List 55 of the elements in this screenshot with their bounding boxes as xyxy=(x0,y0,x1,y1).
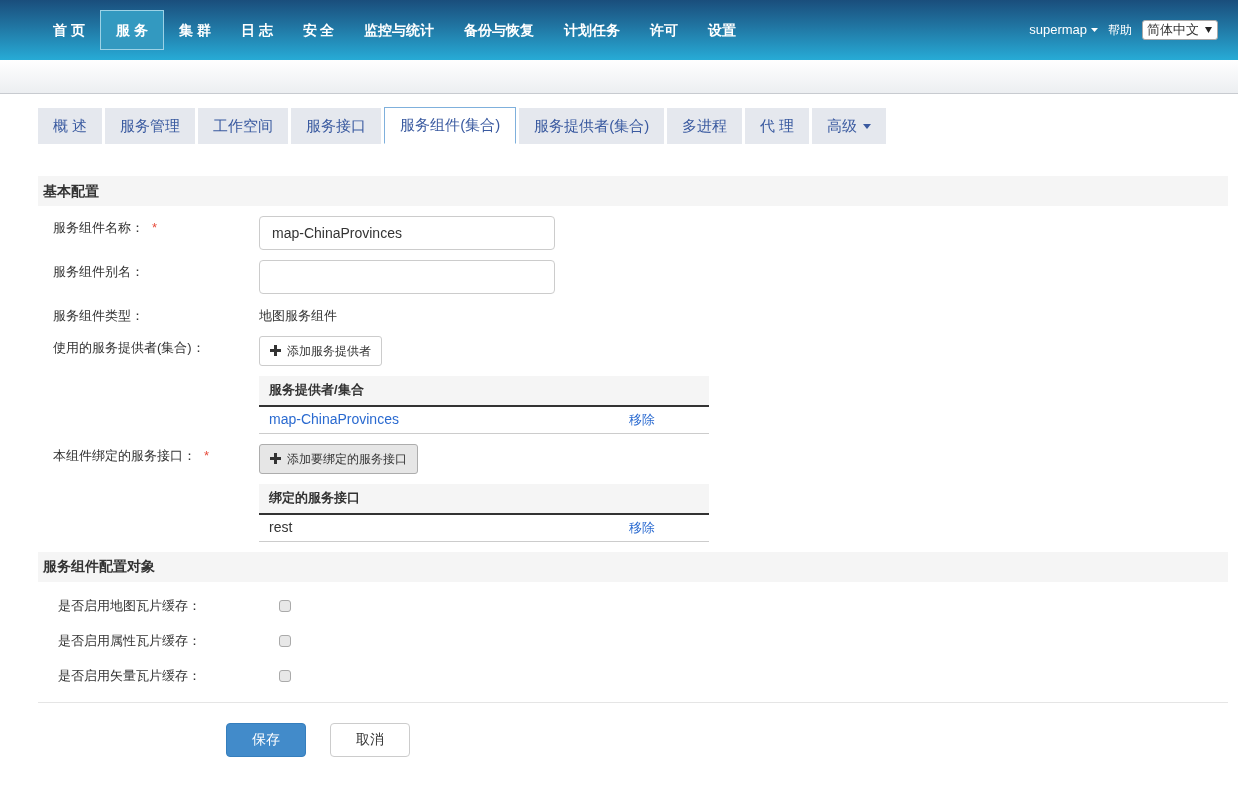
option-label: 是否启用属性瓦片缓存： xyxy=(57,632,202,651)
table-header: 绑定的服务接口 xyxy=(259,483,709,515)
nav-item[interactable]: 监控与统计 xyxy=(349,10,450,50)
checkbox[interactable] xyxy=(279,600,291,612)
table-link[interactable]: map-ChinaProvinces xyxy=(269,409,629,430)
tab[interactable]: 工作空间 xyxy=(198,108,289,144)
checkbox[interactable] xyxy=(279,635,291,647)
field-value: 地图服务组件 xyxy=(259,307,337,325)
field-label: 使用的服务提供者(集合)： xyxy=(53,338,205,357)
user-menu[interactable]: supermap xyxy=(1029,20,1098,40)
field-label: 服务组件类型： xyxy=(53,307,144,325)
nav-item[interactable]: 安 全 xyxy=(287,10,350,50)
caret-icon xyxy=(863,123,872,129)
plus-icon xyxy=(270,453,281,464)
caret-icon xyxy=(1091,28,1098,32)
field-label: 服务组件名称： xyxy=(53,219,144,237)
text-field[interactable]: map-ChinaProvinces xyxy=(259,216,555,250)
tab[interactable]: 服务提供者(集合) xyxy=(519,108,665,144)
nav-item[interactable]: 首 页 xyxy=(38,10,100,50)
help-link[interactable]: 帮助 xyxy=(1108,21,1132,39)
nav-item[interactable]: 集 群 xyxy=(163,10,226,50)
section-header: 服务组件配置对象 xyxy=(38,551,1228,582)
text-field[interactable] xyxy=(259,260,555,294)
language-select[interactable]: 简体中文 xyxy=(1142,20,1218,40)
cancel-button[interactable]: 取消 xyxy=(330,722,410,757)
nav-item[interactable]: 备份与恢复 xyxy=(449,10,550,50)
checkbox[interactable] xyxy=(279,670,291,682)
tab[interactable]: 多进程 xyxy=(667,108,743,144)
remove-link[interactable]: 移除 xyxy=(629,409,655,430)
save-button[interactable]: 保存 xyxy=(226,722,306,757)
tab[interactable]: 服务接口 xyxy=(291,108,382,144)
table-header: 服务提供者/集合 xyxy=(259,375,709,407)
field-label: 服务组件别名： xyxy=(53,263,144,281)
section-header: 基本配置 xyxy=(38,176,1228,206)
field-label: 本组件绑定的服务接口： xyxy=(53,446,196,465)
nav-item[interactable]: 计划任务 xyxy=(549,10,636,50)
tab[interactable]: 服务组件(集合) xyxy=(384,107,517,144)
tab[interactable]: 高级 xyxy=(812,108,887,144)
add-button[interactable]: 添加服务提供者 xyxy=(259,335,382,366)
required-mark: * xyxy=(152,219,158,237)
tab[interactable]: 概 述 xyxy=(38,108,103,144)
nav-item[interactable]: 服 务 xyxy=(99,10,164,50)
tab[interactable]: 服务管理 xyxy=(105,108,196,144)
add-button[interactable]: 添加要绑定的服务接口 xyxy=(259,443,418,474)
nav-item[interactable]: 许可 xyxy=(635,10,694,50)
option-label: 是否启用矢量瓦片缓存： xyxy=(57,667,202,686)
tab[interactable]: 代 理 xyxy=(745,108,810,144)
remove-link[interactable]: 移除 xyxy=(629,517,655,538)
nav-item[interactable]: 设置 xyxy=(693,10,752,50)
table-cell-text: rest xyxy=(269,518,294,537)
plus-icon xyxy=(270,345,281,356)
option-label: 是否启用地图瓦片缓存： xyxy=(57,597,202,616)
required-mark: * xyxy=(204,446,210,465)
caret-icon xyxy=(1205,27,1212,33)
nav-item[interactable]: 日 志 xyxy=(225,10,288,50)
